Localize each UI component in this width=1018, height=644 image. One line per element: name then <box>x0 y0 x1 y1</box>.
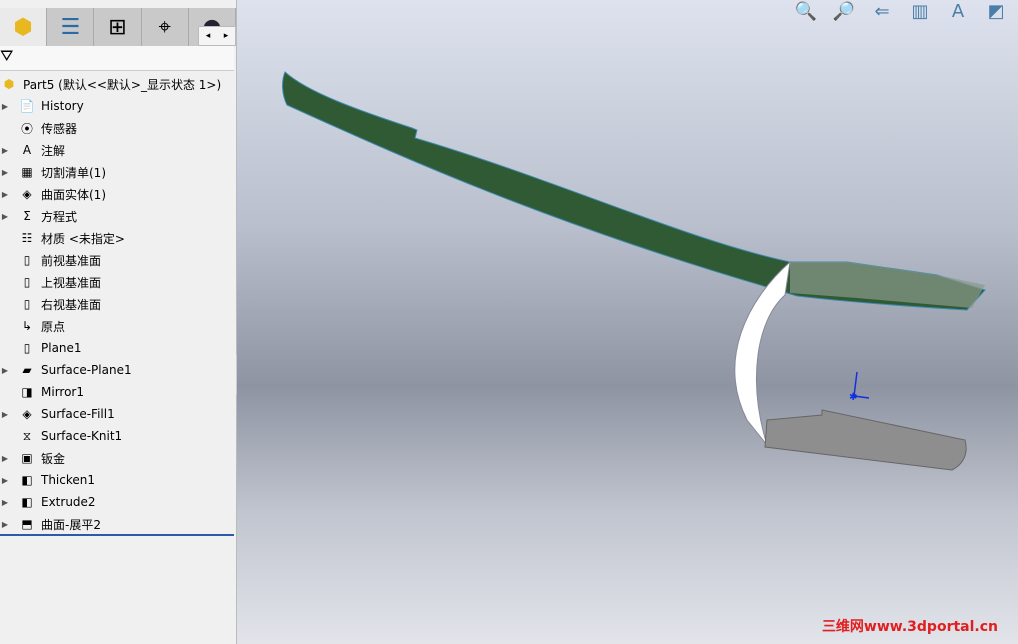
tree-item[interactable]: ▯ 前视基准面 <box>0 249 234 271</box>
feature-icon: ⧖ <box>22 428 32 443</box>
tree-item[interactable]: ▶ ▰ Surface-Plane1 <box>0 359 234 381</box>
feature-icon: ⦿ <box>20 121 33 136</box>
feature-icon: ⬒ <box>21 517 33 531</box>
tree-item-label: Extrude2 <box>41 495 96 509</box>
part-icon: ⬢ <box>3 77 15 91</box>
tree-item-label: 钣金 <box>41 451 66 466</box>
expand-arrow-icon[interactable]: ▶ <box>0 520 10 529</box>
expand-arrow-icon[interactable]: ▶ <box>0 476 10 485</box>
tree-item-label: 前视基准面 <box>41 253 102 268</box>
feature-icon: Σ <box>23 209 31 223</box>
expand-arrow-icon[interactable]: ▶ <box>0 190 10 199</box>
feature-icon: A <box>22 143 32 157</box>
feature-manager-icon: ⬢ <box>13 14 33 40</box>
tree-item-label: Surface-Plane1 <box>41 363 132 377</box>
part-label: Part5 (默认<<默认>_显示状态 1>) <box>23 77 222 92</box>
rollback-bar[interactable] <box>0 534 234 536</box>
tree-item-label: 注解 <box>41 143 66 158</box>
tree-item-label: 曲面实体(1) <box>41 187 106 202</box>
feature-icon: ▯ <box>23 275 31 289</box>
tab-scroller: ◂ ▸ <box>198 26 236 46</box>
tree-item-label: 材质 <未指定> <box>41 231 125 246</box>
feature-icon: 📄 <box>19 99 35 113</box>
svg-text:✱: ✱ <box>849 392 857 403</box>
feature-icon: ◨ <box>21 385 33 399</box>
feature-icon: ◧ <box>21 473 33 487</box>
configuration-manager-icon: ⊞ <box>108 14 127 40</box>
tree-root-part[interactable]: ⬢ Part5 (默认<<默认>_显示状态 1>) <box>0 73 234 95</box>
tree-item[interactable]: ↳ 原点 <box>0 315 234 337</box>
feature-icon: ◈ <box>22 407 32 421</box>
feature-icon: ◧ <box>21 495 33 509</box>
tree-item-label: 右视基准面 <box>41 297 102 312</box>
watermark: 三维网www.3dportal.cn <box>821 619 998 635</box>
tree-item[interactable]: ◨ Mirror1 <box>0 381 234 403</box>
feature-icon: ◈ <box>22 187 32 201</box>
feature-icon: ▰ <box>22 363 32 377</box>
expand-arrow-icon[interactable]: ▶ <box>0 454 10 463</box>
tree-item-label: 方程式 <box>41 209 78 224</box>
tree-item[interactable]: ▶ ◧ Extrude2 <box>0 491 234 513</box>
property-manager-tab[interactable]: ☰ <box>47 8 95 46</box>
feature-manager-tab[interactable]: ⬢ <box>0 8 48 46</box>
expand-arrow-icon[interactable]: ▶ <box>0 168 10 177</box>
feature-icon: ▣ <box>21 451 33 465</box>
property-manager-icon: ☰ <box>60 14 81 40</box>
feature-icon: ▯ <box>23 341 31 355</box>
tree-item-label: 切割清单(1) <box>41 165 106 180</box>
expand-arrow-icon[interactable]: ▶ <box>0 102 10 111</box>
tree-item[interactable]: ▶ Σ 方程式 <box>0 205 234 227</box>
tree-item[interactable]: ▯ Plane1 <box>0 337 234 359</box>
tree-item-label: Thicken1 <box>41 473 96 487</box>
tree-item-label: 曲面-展平2 <box>41 517 101 532</box>
tree-item[interactable]: ☷ 材质 <未指定> <box>0 227 234 249</box>
tree-item[interactable]: ▶ 📄 History <box>0 95 234 117</box>
tree-item-label: Surface-Knit1 <box>41 429 123 443</box>
feature-icon: ▦ <box>21 165 33 179</box>
expand-arrow-icon[interactable]: ▶ <box>0 366 10 375</box>
filter-bar[interactable]: ⛛ <box>0 46 234 71</box>
tree-item-label: 原点 <box>41 319 66 334</box>
model-view: ✱ <box>282 71 986 471</box>
tree-item[interactable]: ▯ 上视基准面 <box>0 271 234 293</box>
feature-tree: ⬢ Part5 (默认<<默认>_显示状态 1>) ▶ 📄 History ⦿ 传感器 ▶ A… <box>0 73 234 535</box>
tree-item-label: Plane1 <box>41 341 82 355</box>
expand-arrow-icon[interactable]: ▶ <box>0 146 10 155</box>
expand-arrow-icon[interactable]: ▶ <box>0 212 10 221</box>
feature-icon: ☷ <box>21 231 33 245</box>
tree-item[interactable]: ▶ ◈ Surface-Fill1 <box>0 403 234 425</box>
tree-item-label: Mirror1 <box>41 385 84 399</box>
feature-manager-panel: ⬢ ☰ ⊞ ⌖ ● ◂ ▸ ⛛ ⬢Part5 (默认<<默认>_显示状态 1>)… <box>0 0 237 644</box>
feature-icon: ▯ <box>23 253 31 267</box>
tree-item-label: 传感器 <box>41 121 78 136</box>
tree-item[interactable]: ▶ ▣ 钣金 <box>0 447 234 469</box>
tree-item-label: History <box>41 99 84 113</box>
scroll-left-button[interactable]: ◂ <box>199 27 217 45</box>
feature-icon: ↳ <box>21 319 33 333</box>
grey-flange-bottom <box>764 409 967 471</box>
tree-item[interactable]: ▶ A 注解 <box>0 139 234 161</box>
graphics-area[interactable]: 🔍 🔎 ⇐ ▥ A ◩ ✱ 三维网www.3dportal.cn <box>237 0 1018 644</box>
tree-item[interactable]: ▶ ◈ 曲面实体(1) <box>0 183 234 205</box>
tree-item-label: 上视基准面 <box>41 275 102 290</box>
scroll-right-button[interactable]: ▸ <box>217 27 235 45</box>
tree-item[interactable]: ⧖ Surface-Knit1 <box>0 425 234 447</box>
configuration-manager-tab[interactable]: ⊞ <box>94 8 142 46</box>
tree-item[interactable]: ▯ 右视基准面 <box>0 293 234 315</box>
expand-arrow-icon[interactable]: ▶ <box>0 410 10 419</box>
tree-item[interactable]: ▶ ⬒ 曲面-展平2 <box>0 513 234 535</box>
triad-icon: ✱ <box>849 371 870 403</box>
tree-item[interactable]: ▶ ▦ 切割清单(1) <box>0 161 234 183</box>
tree-item[interactable]: ⦿ 传感器 <box>0 117 234 139</box>
feature-icon: ▯ <box>23 297 31 311</box>
crosshair-icon: ⌖ <box>158 14 171 40</box>
expand-arrow-icon[interactable]: ▶ <box>0 498 10 507</box>
tree-item[interactable]: ▶ ◧ Thicken1 <box>0 469 234 491</box>
filter-icon[interactable]: ⛛ <box>0 46 13 65</box>
dimxpert-tab[interactable]: ⌖ <box>141 8 189 46</box>
curved-wall <box>734 260 791 446</box>
tree-item-label: Surface-Fill1 <box>41 407 115 421</box>
